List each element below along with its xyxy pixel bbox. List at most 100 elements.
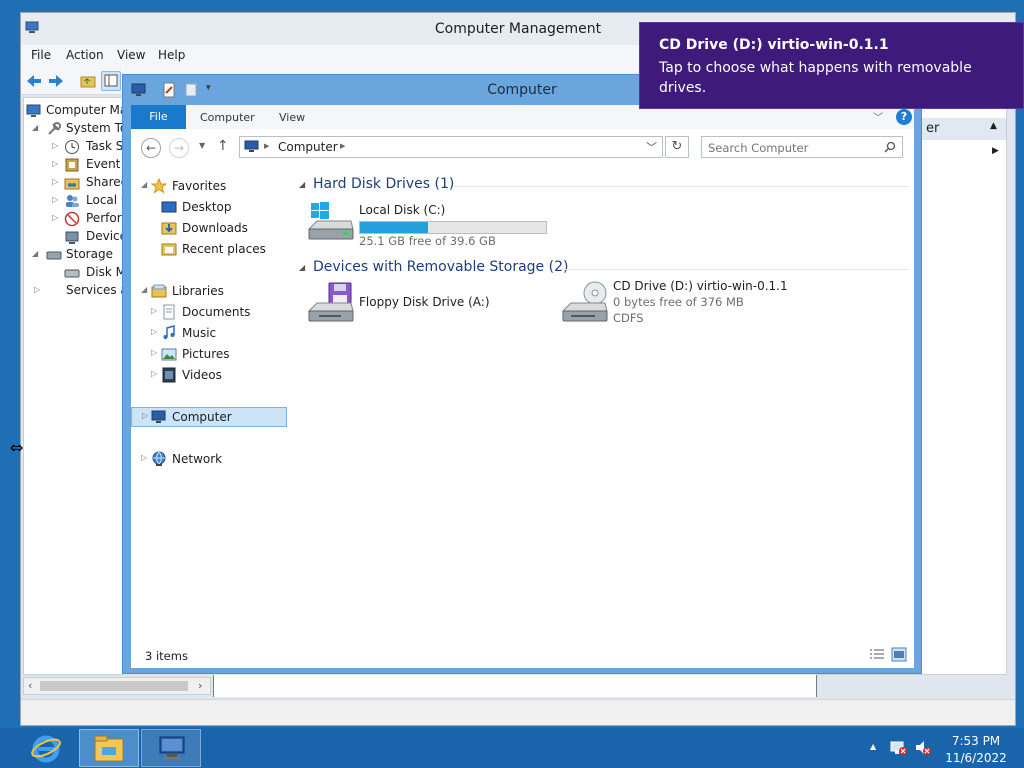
large-icons-view-icon[interactable]: [891, 647, 907, 662]
clock-icon: [65, 140, 79, 154]
recent-locations-icon[interactable]: ▼: [199, 141, 205, 150]
group-header-hard-disk[interactable]: Hard Disk Drives (1): [313, 176, 454, 192]
breadcrumb-computer[interactable]: Computer: [278, 140, 338, 154]
nav-documents[interactable]: ▷ Documents: [131, 302, 289, 322]
collapse-arrow-icon[interactable]: ◢: [32, 249, 40, 258]
menu-action[interactable]: Action: [66, 48, 104, 62]
tab-file[interactable]: File: [131, 105, 186, 129]
collapse-arrow-icon[interactable]: ◢: [141, 180, 149, 189]
group-header-removable[interactable]: Devices with Removable Storage (2): [313, 259, 568, 275]
expand-arrow-icon[interactable]: ▷: [52, 159, 60, 168]
collapse-arrow-icon[interactable]: ◢: [141, 285, 149, 294]
forward-arrow-icon[interactable]: [46, 71, 66, 91]
floppy-drive-icon: [307, 282, 354, 322]
taskbar-internet-explorer[interactable]: [16, 729, 76, 767]
clock-date[interactable]: 11/6/2022: [944, 751, 1008, 765]
address-bar-row: ← → ▼ ↑ ▶ Computer ▶ ﹀ ↻: [131, 129, 914, 165]
collapse-group-icon[interactable]: ◢: [299, 180, 305, 189]
nav-libraries[interactable]: ◢ Libraries: [131, 281, 289, 301]
details-view-icon[interactable]: [869, 648, 885, 662]
volume-muted-icon[interactable]: [914, 740, 932, 756]
computer-management-icon: [159, 736, 185, 759]
nav-computer[interactable]: ▷ Computer: [131, 407, 287, 427]
videos-icon: [162, 367, 176, 383]
expand-arrow-icon[interactable]: ▷: [142, 411, 150, 420]
drive-cd-d[interactable]: CD Drive (D:) virtio-win-0.1.1 0 bytes f…: [561, 279, 821, 335]
nav-favorites[interactable]: ◢ Favorites: [131, 176, 289, 196]
navigation-pane: ◢ Favorites Desktop Downloads Recent pla…: [131, 165, 291, 635]
breadcrumb-separator-icon[interactable]: ▶: [340, 142, 345, 150]
taskbar-computer-management[interactable]: [141, 729, 201, 767]
taskbar-file-explorer[interactable]: [79, 729, 139, 767]
breadcrumb-separator-icon[interactable]: ▶: [264, 142, 269, 150]
users-icon: [66, 195, 79, 207]
hard-drive-windows-icon: [307, 202, 354, 240]
up-arrow-icon[interactable]: ↑: [217, 138, 229, 154]
content-pane: ◢ Hard Disk Drives (1) Local Disk (C:) 2…: [299, 165, 914, 635]
expand-arrow-icon[interactable]: ▷: [141, 453, 149, 462]
up-folder-icon[interactable]: [78, 71, 98, 91]
computer-icon: [151, 410, 166, 423]
clock-time[interactable]: 7:53 PM: [944, 734, 1008, 748]
back-arrow-icon[interactable]: [24, 71, 44, 91]
ribbon-expand-icon[interactable]: ﹀: [873, 109, 887, 124]
file-explorer-icon: [94, 735, 124, 762]
console-tree: Computer Ma ◢ System To ▷ Task Sc ▷ Even…: [23, 97, 123, 675]
expand-arrow-icon[interactable]: ▷: [52, 195, 60, 204]
internet-explorer-icon: [31, 735, 61, 763]
collapse-group-icon[interactable]: ◢: [299, 263, 305, 272]
scroll-right-icon[interactable]: ›: [198, 679, 202, 692]
menu-file[interactable]: File: [31, 48, 51, 62]
status-bar: [21, 699, 1015, 725]
show-hide-tree-icon[interactable]: [101, 71, 121, 91]
back-button[interactable]: ←: [141, 138, 161, 158]
nav-network[interactable]: ▷ Network: [131, 449, 289, 469]
nav-downloads[interactable]: Downloads: [131, 218, 289, 238]
tab-view[interactable]: View: [279, 111, 305, 124]
expand-arrow-icon[interactable]: ▷: [34, 285, 42, 294]
nav-recent-places[interactable]: Recent places: [131, 239, 289, 259]
refresh-button[interactable]: ↻: [665, 136, 689, 158]
nav-desktop[interactable]: Desktop: [131, 197, 289, 217]
capacity-bar-fill: [360, 222, 428, 233]
address-field[interactable]: ▶ Computer ▶ ﹀: [239, 136, 663, 158]
collapse-up-icon[interactable]: ▲: [990, 121, 997, 131]
more-actions-arrow-icon[interactable]: ▶: [992, 146, 999, 156]
scroll-left-icon[interactable]: ‹: [28, 679, 32, 692]
expand-arrow-icon[interactable]: ▷: [151, 369, 159, 378]
taskbar: ▲ 7:53 PM 11/6/2022: [0, 728, 1024, 768]
storage-icon: [46, 251, 62, 260]
menu-help[interactable]: Help: [158, 48, 185, 62]
expand-arrow-icon[interactable]: ▷: [52, 213, 60, 222]
search-box[interactable]: [701, 136, 903, 158]
expand-arrow-icon[interactable]: ▷: [52, 177, 60, 186]
expand-arrow-icon[interactable]: ▷: [52, 141, 60, 150]
nav-videos[interactable]: ▷ Videos: [131, 365, 289, 385]
scroll-thumb[interactable]: [40, 681, 188, 691]
expand-arrow-icon[interactable]: ▷: [151, 327, 159, 336]
horizontal-scrollbar[interactable]: ‹ ›: [23, 677, 211, 695]
network-icon: [152, 451, 166, 466]
nav-music[interactable]: ▷ Music: [131, 323, 289, 343]
nav-pictures[interactable]: ▷ Pictures: [131, 344, 289, 364]
search-input[interactable]: [708, 140, 878, 155]
address-dropdown-icon[interactable]: ﹀: [646, 139, 657, 155]
expand-arrow-icon[interactable]: ▷: [151, 306, 159, 315]
explorer-status-bar: 3 items: [131, 643, 914, 668]
tab-computer[interactable]: Computer: [200, 111, 255, 124]
computer-management-icon: [26, 104, 41, 117]
explorer-window: ▾ Computer File Computer View ﹀ ? ← → ▼ …: [122, 74, 922, 674]
forward-button[interactable]: →: [169, 138, 189, 158]
search-icon[interactable]: [884, 141, 896, 153]
show-hidden-icons-icon[interactable]: ▲: [870, 742, 876, 751]
drive-floppy-a[interactable]: Floppy Disk Drive (A:): [307, 281, 547, 335]
collapse-arrow-icon[interactable]: ◢: [32, 123, 40, 132]
help-icon[interactable]: ?: [896, 109, 912, 125]
drive-local-disk-c[interactable]: Local Disk (C:) 25.1 GB free of 39.6 GB: [307, 199, 557, 253]
expand-arrow-icon[interactable]: ▷: [151, 348, 159, 357]
disk-management-icon: [64, 269, 80, 278]
system-tools-icon: [48, 122, 61, 135]
menu-view[interactable]: View: [117, 48, 145, 62]
autoplay-notification[interactable]: CD Drive (D:) virtio-win-0.1.1 Tap to ch…: [639, 22, 1024, 109]
network-status-icon[interactable]: [890, 740, 908, 756]
